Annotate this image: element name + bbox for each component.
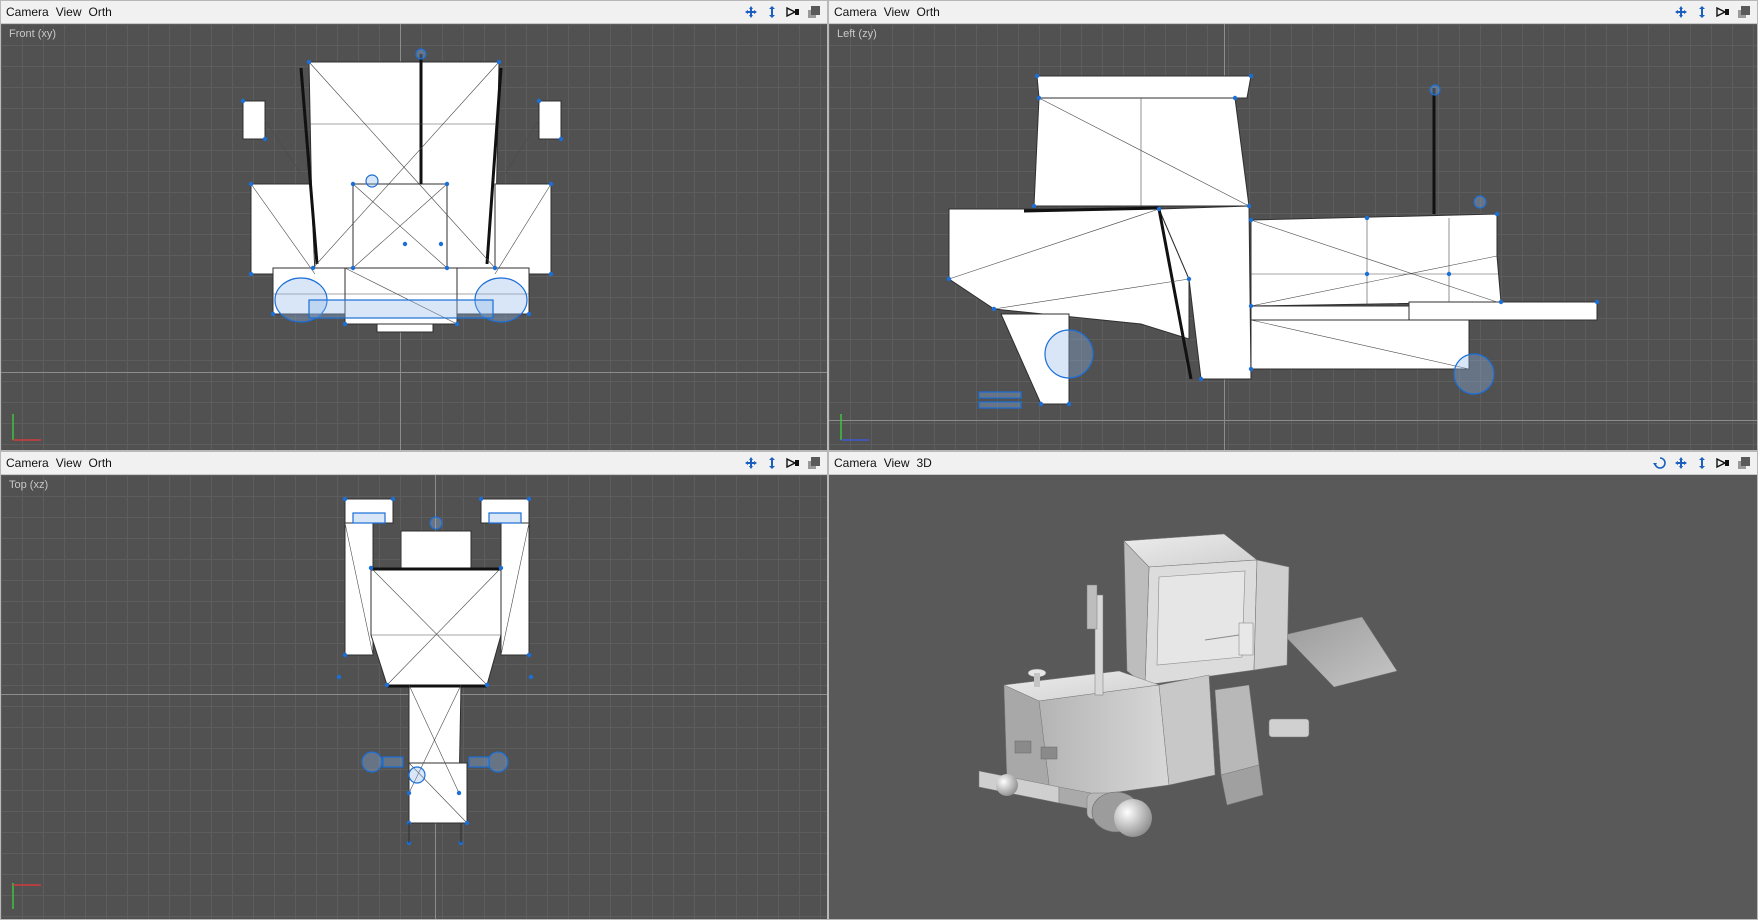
viewport-menu: Camera View Orth	[1, 5, 112, 19]
viewport-canvas[interactable]: Front (xy)	[1, 24, 827, 450]
menu-camera[interactable]: Camera	[834, 456, 877, 470]
axis-gizmo-icon	[840, 414, 869, 441]
move-arrows-icon[interactable]	[1672, 454, 1690, 472]
move-arrows-icon[interactable]	[742, 454, 760, 472]
move-arrows-icon[interactable]	[1672, 3, 1690, 21]
menu-view[interactable]: View	[56, 456, 82, 470]
viewport-header: Camera View 3D	[829, 452, 1757, 475]
menu-view[interactable]: View	[884, 5, 910, 19]
viewport-header: Camera View Orth	[1, 1, 827, 24]
orbit-icon[interactable]	[1651, 454, 1669, 472]
viewport-canvas[interactable]: Left (zy)	[829, 24, 1757, 450]
viewport-3d[interactable]: Camera View 3D	[828, 451, 1758, 920]
maximize-icon[interactable]	[1735, 3, 1753, 21]
menu-camera[interactable]: Camera	[6, 5, 49, 19]
viewport-tools	[742, 3, 823, 21]
menu-projection[interactable]: Orth	[916, 5, 939, 19]
viewport-header: Camera View Orth	[829, 1, 1757, 24]
zoom-arrows-icon[interactable]	[763, 3, 781, 21]
maximize-icon[interactable]	[805, 3, 823, 21]
menu-projection[interactable]: Orth	[88, 5, 111, 19]
camera-icon[interactable]	[1714, 3, 1732, 21]
menu-view[interactable]: View	[56, 5, 82, 19]
viewport-canvas[interactable]: Top (xz)	[1, 475, 827, 919]
viewport-menu: Camera View 3D	[829, 456, 932, 470]
camera-icon[interactable]	[1714, 454, 1732, 472]
viewport-tools	[742, 454, 823, 472]
axis-gizmo-icon	[12, 883, 41, 909]
viewport-front[interactable]: Camera View Orth Front (xy)	[0, 0, 828, 451]
viewport-top[interactable]: Camera View Orth Top (xz)	[0, 451, 828, 920]
tractor-3d-model[interactable]	[829, 475, 1757, 919]
menu-camera[interactable]: Camera	[834, 5, 877, 19]
viewport-menu: Camera View Orth	[1, 456, 112, 470]
zoom-arrows-icon[interactable]	[1693, 3, 1711, 21]
menu-view[interactable]: View	[884, 456, 910, 470]
tractor-front-wireframe[interactable]	[1, 24, 827, 450]
tractor-side-wireframe[interactable]	[829, 24, 1757, 450]
menu-camera[interactable]: Camera	[6, 456, 49, 470]
move-arrows-icon[interactable]	[742, 3, 760, 21]
tractor-top-wireframe[interactable]	[1, 475, 827, 919]
axis-gizmo-icon	[12, 414, 41, 441]
maximize-icon[interactable]	[805, 454, 823, 472]
zoom-arrows-icon[interactable]	[763, 454, 781, 472]
camera-icon[interactable]	[784, 3, 802, 21]
camera-icon[interactable]	[784, 454, 802, 472]
viewport-tools	[1651, 454, 1753, 472]
viewport-tools	[1672, 3, 1753, 21]
menu-projection[interactable]: 3D	[916, 456, 931, 470]
viewport-left[interactable]: Camera View Orth Left (zy)	[828, 0, 1758, 451]
menu-projection[interactable]: Orth	[88, 456, 111, 470]
maximize-icon[interactable]	[1735, 454, 1753, 472]
zoom-arrows-icon[interactable]	[1693, 454, 1711, 472]
viewport-header: Camera View Orth	[1, 452, 827, 475]
viewport-menu: Camera View Orth	[829, 5, 940, 19]
viewport-canvas[interactable]	[829, 475, 1757, 919]
